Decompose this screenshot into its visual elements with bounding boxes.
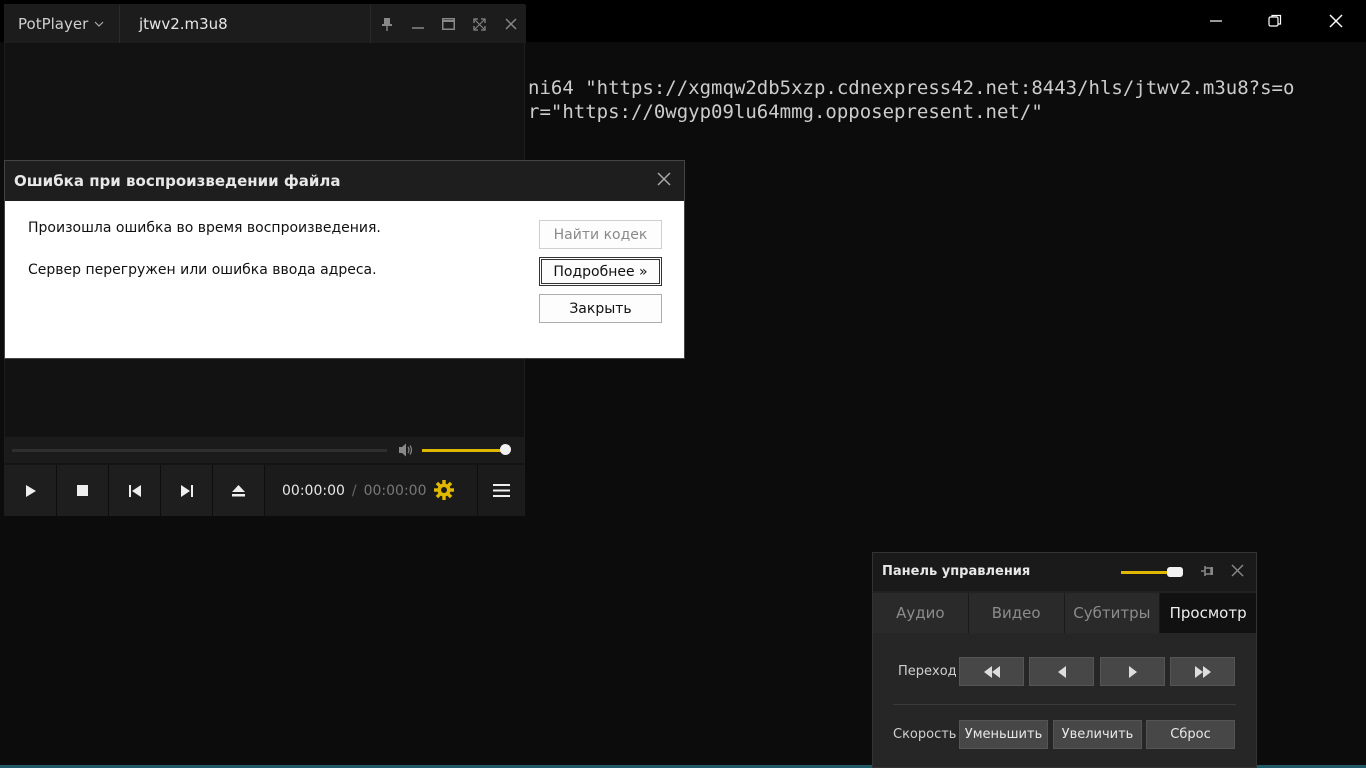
tab-playback[interactable]: Просмотр bbox=[1160, 593, 1256, 633]
previous-button[interactable] bbox=[109, 465, 161, 516]
hamburger-icon bbox=[492, 484, 510, 497]
close-icon[interactable] bbox=[1230, 563, 1245, 578]
chevron-down-icon bbox=[94, 21, 104, 27]
error-detail: Сервер перегружен или ошибка ввода адрес… bbox=[28, 262, 377, 278]
tab-video[interactable]: Видео bbox=[968, 593, 1065, 633]
time-separator: / bbox=[351, 482, 357, 499]
seek-back-large-button[interactable] bbox=[959, 657, 1024, 686]
maximize-icon bbox=[442, 18, 455, 30]
potplayer-menu-button[interactable]: PotPlayer bbox=[5, 5, 120, 43]
seek-row bbox=[5, 437, 524, 463]
error-message: Произошла ошибка во время воспроизведени… bbox=[28, 220, 381, 236]
close-button[interactable] bbox=[1306, 0, 1366, 42]
speaker-icon[interactable] bbox=[397, 442, 415, 458]
close-icon bbox=[505, 18, 516, 30]
close-dialog-button[interactable]: Закрыть bbox=[539, 294, 662, 323]
fullscreen-icon bbox=[473, 17, 486, 31]
dialog-title: Ошибка при воспроизведении файла bbox=[14, 172, 341, 190]
speed-decrease-button[interactable]: Уменьшить bbox=[959, 720, 1048, 749]
dialog-close-icon[interactable] bbox=[656, 171, 672, 187]
terminal-line-2: r="https://0wgyp09lu64mmg.opposepresent.… bbox=[528, 101, 1043, 123]
opacity-knob[interactable] bbox=[1167, 567, 1183, 577]
control-panel-body: Переход Скорость Уменьшить Увеличить Сбр… bbox=[873, 633, 1256, 767]
minimize-icon bbox=[411, 27, 424, 29]
seek-forward-large-button[interactable] bbox=[1170, 657, 1235, 686]
skip-previous-icon bbox=[128, 484, 141, 497]
dialog-titlebar: Ошибка при воспроизведении файла bbox=[5, 161, 684, 201]
pin-icon[interactable] bbox=[1199, 563, 1215, 579]
minimize-button[interactable] bbox=[402, 5, 433, 43]
file-name: jtwv2.m3u8 bbox=[139, 15, 228, 33]
step-back-icon bbox=[1057, 665, 1066, 678]
control-panel-tabs: Аудио Видео Субтитры Просмотр bbox=[873, 593, 1256, 633]
play-button[interactable] bbox=[5, 465, 57, 516]
fullscreen-button[interactable] bbox=[464, 5, 495, 43]
speed-reset-button[interactable]: Сброс bbox=[1146, 720, 1235, 749]
minimize-icon bbox=[1210, 20, 1222, 22]
control-panel: Панель управления Аудио Видео Субтитры П… bbox=[872, 552, 1257, 768]
more-button[interactable]: Подробнее » bbox=[539, 257, 662, 286]
tab-subtitles[interactable]: Субтитры bbox=[1064, 593, 1161, 633]
terminal-line-1: ni64 "https://xgmqw2db5xzp.cdnexpress42.… bbox=[528, 77, 1295, 99]
potplayer-titlebar: PotPlayer jtwv2.m3u8 bbox=[5, 5, 526, 43]
skip-next-icon bbox=[180, 484, 193, 497]
close-icon bbox=[1329, 14, 1343, 28]
time-total: 00:00:00 bbox=[363, 482, 427, 499]
play-icon bbox=[25, 484, 36, 497]
fast-forward-icon bbox=[1194, 665, 1211, 678]
restore-button[interactable] bbox=[1245, 0, 1305, 42]
seek-forward-button[interactable] bbox=[1100, 657, 1165, 686]
pin-button[interactable] bbox=[371, 5, 402, 43]
speed-label: Скорость bbox=[893, 727, 957, 742]
eject-icon bbox=[232, 484, 245, 496]
next-button[interactable] bbox=[161, 465, 213, 516]
volume-knob[interactable] bbox=[500, 444, 511, 455]
window-controls bbox=[370, 5, 526, 43]
pin-icon bbox=[381, 18, 392, 31]
time-current: 00:00:00 bbox=[282, 482, 345, 499]
seek-back-button[interactable] bbox=[1029, 657, 1094, 686]
error-dialog: Ошибка при воспроизведении файла Произош… bbox=[4, 160, 685, 359]
maximize-button[interactable] bbox=[433, 5, 464, 43]
open-button[interactable] bbox=[213, 465, 265, 516]
time-display: 00:00:00 / 00:00:00 bbox=[269, 465, 427, 516]
gear-icon[interactable] bbox=[433, 479, 455, 501]
find-codec-button[interactable]: Найти кодек bbox=[539, 220, 662, 249]
stop-button[interactable] bbox=[57, 465, 109, 516]
seek-bar[interactable] bbox=[12, 449, 387, 452]
rewind-icon bbox=[983, 665, 1000, 678]
minimize-button[interactable] bbox=[1186, 0, 1246, 42]
step-forward-icon bbox=[1128, 665, 1137, 678]
menu-button[interactable] bbox=[477, 465, 524, 516]
control-panel-titlebar: Панель управления bbox=[873, 553, 1256, 591]
divider bbox=[893, 704, 1236, 705]
seek-label: Переход bbox=[898, 664, 957, 679]
playback-controls: 00:00:00 / 00:00:00 bbox=[5, 465, 524, 516]
close-button[interactable] bbox=[495, 5, 526, 43]
opacity-slider[interactable] bbox=[1121, 571, 1171, 574]
stop-icon bbox=[77, 485, 88, 496]
tab-audio[interactable]: Аудио bbox=[873, 593, 969, 633]
restore-icon bbox=[1268, 14, 1282, 27]
speed-increase-button[interactable]: Увеличить bbox=[1053, 720, 1142, 749]
brand-label: PotPlayer bbox=[18, 15, 89, 33]
volume-slider[interactable] bbox=[422, 449, 506, 452]
control-panel-title: Панель управления bbox=[882, 564, 1031, 579]
